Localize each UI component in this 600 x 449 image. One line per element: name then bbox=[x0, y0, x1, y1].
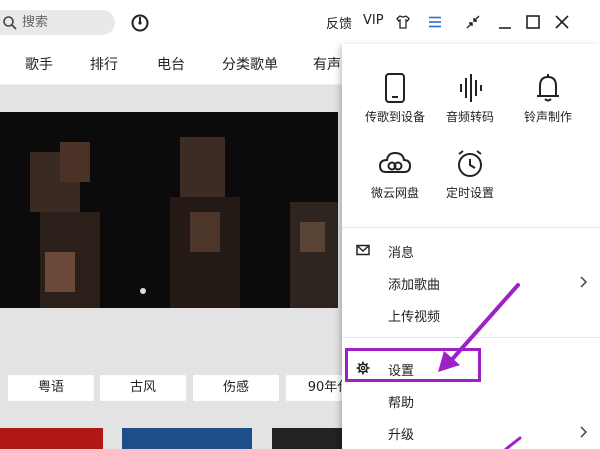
nav-item-charts[interactable]: 排行 bbox=[90, 54, 118, 74]
settings-highlight-box bbox=[345, 348, 481, 382]
minimize-icon[interactable] bbox=[497, 14, 513, 30]
menu-item-label: 传歌到设备 bbox=[364, 110, 425, 124]
menu-row-label: 帮助 bbox=[388, 396, 415, 411]
feedback-link[interactable]: 反馈 bbox=[326, 13, 352, 32]
tag-ancient-style[interactable]: 古风 bbox=[100, 375, 186, 401]
radar-icon[interactable] bbox=[131, 14, 149, 32]
audio-wave-icon bbox=[460, 74, 482, 102]
playlist-thumbnail[interactable] bbox=[0, 428, 103, 449]
playlist-thumbnail[interactable] bbox=[122, 428, 252, 449]
main-menu-dropdown: 传歌到设备 音频转码 铃声制作 微云网盘 定时设置 消息 添加歌曲 上传视频 设… bbox=[342, 44, 600, 449]
playlist-thumbnail[interactable] bbox=[272, 428, 342, 449]
tag-cantonese[interactable]: 粤语 bbox=[8, 375, 94, 401]
menu-item-transfer-to-device[interactable]: 传歌到设备 bbox=[363, 72, 427, 125]
menu-row-label: 添加歌曲 bbox=[388, 278, 441, 293]
nav-item-playlist-categories[interactable]: 分类歌单 bbox=[222, 54, 278, 74]
menu-row-add-songs[interactable]: 添加歌曲 bbox=[342, 268, 600, 296]
menu-row-label: 消息 bbox=[388, 246, 415, 261]
nav-item-radio[interactable]: 电台 bbox=[157, 54, 185, 74]
search-input[interactable] bbox=[20, 14, 104, 31]
menu-item-label: 音频转码 bbox=[445, 110, 494, 124]
close-icon[interactable] bbox=[554, 14, 570, 30]
bell-icon bbox=[537, 74, 559, 102]
search-icon bbox=[3, 15, 17, 30]
menu-item-audio-transcode[interactable]: 音频转码 bbox=[438, 72, 502, 125]
mail-icon bbox=[356, 244, 370, 256]
hamburger-menu-icon[interactable] bbox=[427, 14, 443, 30]
menu-item-label: 铃声制作 bbox=[523, 110, 572, 124]
menu-row-help[interactable]: 帮助 bbox=[342, 386, 600, 414]
nav-item-audiobooks[interactable]: 有声 bbox=[313, 54, 341, 74]
menu-divider bbox=[342, 227, 600, 228]
menu-row-upgrade[interactable]: 升级 bbox=[342, 418, 600, 446]
cloud-icon bbox=[378, 151, 412, 173]
mini-mode-icon[interactable] bbox=[465, 14, 481, 30]
menu-divider bbox=[342, 337, 600, 338]
alarm-clock-icon bbox=[458, 150, 482, 177]
phone-icon bbox=[385, 73, 405, 103]
nav-item-singers[interactable]: 歌手 bbox=[25, 54, 53, 74]
menu-row-messages[interactable]: 消息 bbox=[342, 236, 600, 264]
menu-row-label: 升级 bbox=[388, 428, 415, 443]
title-bar: 反馈 VIP bbox=[0, 0, 600, 44]
menu-item-label: 微云网盘 bbox=[370, 186, 419, 200]
vip-link[interactable]: VIP bbox=[363, 13, 384, 28]
chevron-right-icon bbox=[580, 276, 588, 288]
search-box[interactable] bbox=[0, 10, 115, 35]
chevron-right-icon bbox=[580, 426, 588, 438]
menu-row-upload-video[interactable]: 上传视频 bbox=[342, 300, 600, 328]
menu-row-label: 上传视频 bbox=[388, 310, 441, 325]
menu-item-label: 定时设置 bbox=[445, 186, 494, 200]
featured-video-banner[interactable] bbox=[0, 112, 338, 308]
tshirt-icon[interactable] bbox=[395, 14, 411, 30]
menu-item-weiyun[interactable]: 微云网盘 bbox=[363, 148, 427, 201]
menu-item-ringtone[interactable]: 铃声制作 bbox=[516, 72, 580, 125]
tag-sad[interactable]: 伤感 bbox=[193, 375, 279, 401]
menu-item-timer[interactable]: 定时设置 bbox=[438, 148, 502, 201]
maximize-icon[interactable] bbox=[525, 14, 541, 30]
